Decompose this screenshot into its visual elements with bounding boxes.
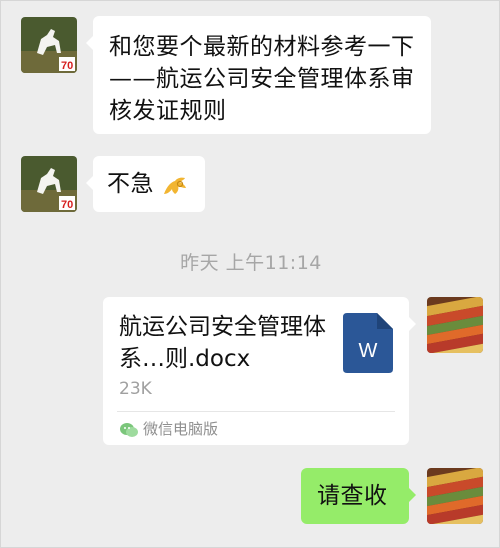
message-text: 请查收 — [317, 483, 388, 509]
ok-hand-emoji — [161, 172, 189, 202]
file-size: 23K — [119, 379, 152, 399]
file-source: 微信电脑版 — [119, 418, 218, 439]
contact-avatar[interactable]: 70 — [21, 17, 77, 73]
divider — [117, 411, 395, 412]
my-avatar[interactable] — [427, 468, 483, 524]
chat-timestamp: 昨天 上午11:14 — [180, 252, 322, 274]
wechat-icon — [119, 421, 139, 439]
message-bubble[interactable]: 和您要个最新的材料参考一下——航运公司安全管理体系审核发证规则 — [86, 16, 431, 134]
message-bubble[interactable]: 不急 — [86, 156, 205, 212]
contact-avatar[interactable]: 70 — [21, 156, 77, 212]
file-message-card[interactable]: 航运公司安全管理体系…则.docx W 23K 微信电脑版 — [103, 297, 416, 445]
message-text: 不急 — [107, 171, 154, 197]
word-doc-icon: W — [343, 313, 393, 373]
svg-text:W: W — [359, 340, 378, 362]
my-avatar[interactable] — [427, 297, 483, 353]
message-text: 和您要个最新的材料参考一下——航运公司安全管理体系审核发证规则 — [109, 34, 415, 124]
message-bubble[interactable]: 请查收 — [301, 468, 416, 524]
svg-text:70: 70 — [61, 60, 73, 72]
svg-text:70: 70 — [61, 199, 73, 211]
file-source-label: 微信电脑版 — [143, 420, 219, 438]
file-name: 航运公司安全管理体系…则.docx — [119, 314, 326, 372]
